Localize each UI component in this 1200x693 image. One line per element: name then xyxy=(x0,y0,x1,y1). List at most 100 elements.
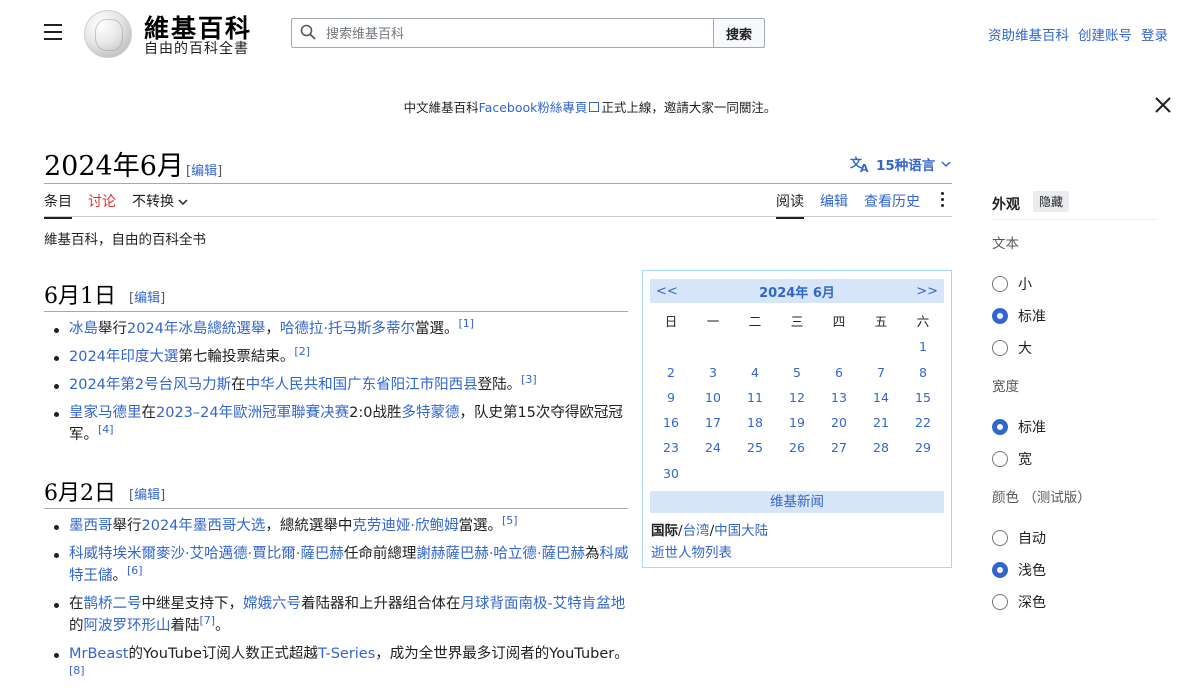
calendar-day[interactable]: 29 xyxy=(902,435,944,460)
calendar-prev[interactable]: << xyxy=(656,284,678,299)
calendar-day[interactable]: 24 xyxy=(692,435,734,460)
calendar-day[interactable]: 21 xyxy=(860,410,902,435)
calendar-day[interactable]: 15 xyxy=(902,385,944,410)
color-option[interactable]: 浅色 xyxy=(992,554,1046,586)
citation-link[interactable]: [8] xyxy=(69,664,85,677)
color-option[interactable]: 深色 xyxy=(992,586,1046,618)
radio-button[interactable] xyxy=(992,419,1008,435)
search-input[interactable] xyxy=(324,21,708,47)
tab-article[interactable]: 条目 xyxy=(44,191,72,219)
mainland-link[interactable]: 中国大陆 xyxy=(714,523,768,539)
article-link[interactable]: 2024年第2号台风马力斯 xyxy=(69,377,231,393)
article-link[interactable]: 2024年墨西哥大选 xyxy=(142,518,266,534)
citation-link[interactable]: [2] xyxy=(294,345,310,358)
create-account-link[interactable]: 创建账号 xyxy=(1078,24,1132,44)
article-link[interactable]: 决赛 xyxy=(320,405,349,421)
calendar-day[interactable]: 20 xyxy=(818,410,860,435)
calendar-day[interactable]: 28 xyxy=(860,435,902,460)
section-edit-label[interactable]: 编辑 xyxy=(134,291,160,306)
article-link[interactable]: 哈德拉·托马斯多蒂尔 xyxy=(280,321,415,337)
article-link[interactable]: 克劳迪娅·欣鲍姆 xyxy=(352,518,458,534)
radio-button[interactable] xyxy=(992,594,1008,610)
calendar-day[interactable]: 2 xyxy=(650,360,692,385)
section-edit-label[interactable]: 编辑 xyxy=(134,488,160,503)
calendar-day[interactable]: 23 xyxy=(650,435,692,460)
article-link[interactable]: 嫦娥六号 xyxy=(243,596,301,612)
login-link[interactable]: 登录 xyxy=(1141,24,1168,44)
calendar-day[interactable]: 30 xyxy=(650,461,692,486)
wikinews-link[interactable]: 维基新闻 xyxy=(650,491,944,513)
calendar-next[interactable]: >> xyxy=(916,284,938,299)
calendar-day[interactable]: 27 xyxy=(818,435,860,460)
calendar-day[interactable]: 19 xyxy=(776,410,818,435)
article-link[interactable]: MrBeast xyxy=(69,646,128,662)
calendar-day[interactable]: 13 xyxy=(818,385,860,410)
citation-link[interactable]: [4] xyxy=(98,423,114,436)
article-link[interactable]: 墨西哥 xyxy=(69,518,113,534)
citation-link[interactable]: [5] xyxy=(502,514,518,527)
color-option[interactable]: 自动 xyxy=(992,522,1046,554)
calendar-day[interactable]: 6 xyxy=(818,360,860,385)
radio-button[interactable] xyxy=(992,451,1008,467)
wikipedia-globe-logo[interactable] xyxy=(84,10,132,58)
appearance-hide-button[interactable]: 隐藏 xyxy=(1033,191,1070,212)
radio-button[interactable] xyxy=(992,276,1008,292)
article-link[interactable]: 多特蒙德 xyxy=(401,405,459,421)
citation-link[interactable]: [6] xyxy=(127,564,143,577)
citation-link[interactable]: [1] xyxy=(459,317,475,330)
calendar-day[interactable]: 10 xyxy=(692,385,734,410)
search-button[interactable]: 搜索 xyxy=(713,18,765,48)
article-link[interactable]: 科威特埃米爾 xyxy=(69,546,156,562)
article-link[interactable]: 阳西县 xyxy=(434,377,478,393)
radio-button[interactable] xyxy=(992,530,1008,546)
text-size-option[interactable]: 小 xyxy=(992,268,1046,300)
calendar-day[interactable]: 5 xyxy=(776,360,818,385)
radio-button[interactable] xyxy=(992,340,1008,356)
radio-button[interactable] xyxy=(992,562,1008,578)
radio-button[interactable] xyxy=(992,308,1008,324)
width-option[interactable]: 宽 xyxy=(992,443,1046,475)
text-size-option[interactable]: 标准 xyxy=(992,300,1046,332)
citation-link[interactable]: [7] xyxy=(200,614,216,627)
article-link[interactable]: 阿波罗环形山 xyxy=(84,618,171,634)
width-option[interactable]: 标准 xyxy=(992,411,1046,443)
more-tools-icon[interactable] xyxy=(940,192,946,210)
calendar-day[interactable]: 9 xyxy=(650,385,692,410)
article-link[interactable]: 南极-艾特肯盆地 xyxy=(519,596,626,612)
calendar-day[interactable]: 12 xyxy=(776,385,818,410)
calendar-day[interactable]: 7 xyxy=(860,360,902,385)
article-link[interactable]: 鹊桥二号 xyxy=(84,596,142,612)
donate-link[interactable]: 资助维基百科 xyxy=(988,24,1069,44)
citation-link[interactable]: [3] xyxy=(521,373,537,386)
title-edit-label[interactable]: 编辑 xyxy=(191,164,217,179)
calendar-day[interactable]: 22 xyxy=(902,410,944,435)
article-link[interactable]: 广东省 xyxy=(347,377,391,393)
article-link[interactable]: 2024年冰島總統選舉 xyxy=(127,321,265,337)
notice-link[interactable]: Facebook粉絲專頁 xyxy=(479,100,588,115)
article-link[interactable]: 冰島 xyxy=(69,321,98,337)
calendar-title[interactable]: 2024年 6月 xyxy=(759,282,835,301)
tab-read[interactable]: 阅读 xyxy=(776,191,804,219)
article-link[interactable]: 2023–24年歐洲冠軍聯賽 xyxy=(156,405,320,421)
article-link[interactable]: 阳江市 xyxy=(391,377,435,393)
article-link[interactable]: T-Series xyxy=(318,646,375,662)
calendar-day[interactable]: 17 xyxy=(692,410,734,435)
tab-edit[interactable]: 编辑 xyxy=(820,191,848,219)
article-link[interactable]: 2024年印度大選 xyxy=(69,349,178,365)
calendar-day[interactable]: 26 xyxy=(776,435,818,460)
article-link[interactable]: 中华人民共和国 xyxy=(246,377,348,393)
calendar-day[interactable]: 1 xyxy=(902,334,944,359)
text-size-option[interactable]: 大 xyxy=(992,332,1046,364)
calendar-day[interactable]: 11 xyxy=(734,385,776,410)
language-button[interactable]: 文 A 15种语言 xyxy=(850,154,951,174)
tab-variant[interactable]: 不转换 xyxy=(132,191,188,219)
calendar-day[interactable]: 8 xyxy=(902,360,944,385)
calendar-day[interactable]: 16 xyxy=(650,410,692,435)
deaths-list-link[interactable]: 逝世人物列表 xyxy=(651,541,732,561)
tab-talk[interactable]: 讨论 xyxy=(88,191,116,219)
calendar-day[interactable]: 14 xyxy=(860,385,902,410)
taiwan-link[interactable]: 台湾 xyxy=(683,523,710,539)
calendar-day[interactable]: 18 xyxy=(734,410,776,435)
article-link[interactable]: 皇家马德里 xyxy=(69,405,142,421)
calendar-day[interactable]: 4 xyxy=(734,360,776,385)
